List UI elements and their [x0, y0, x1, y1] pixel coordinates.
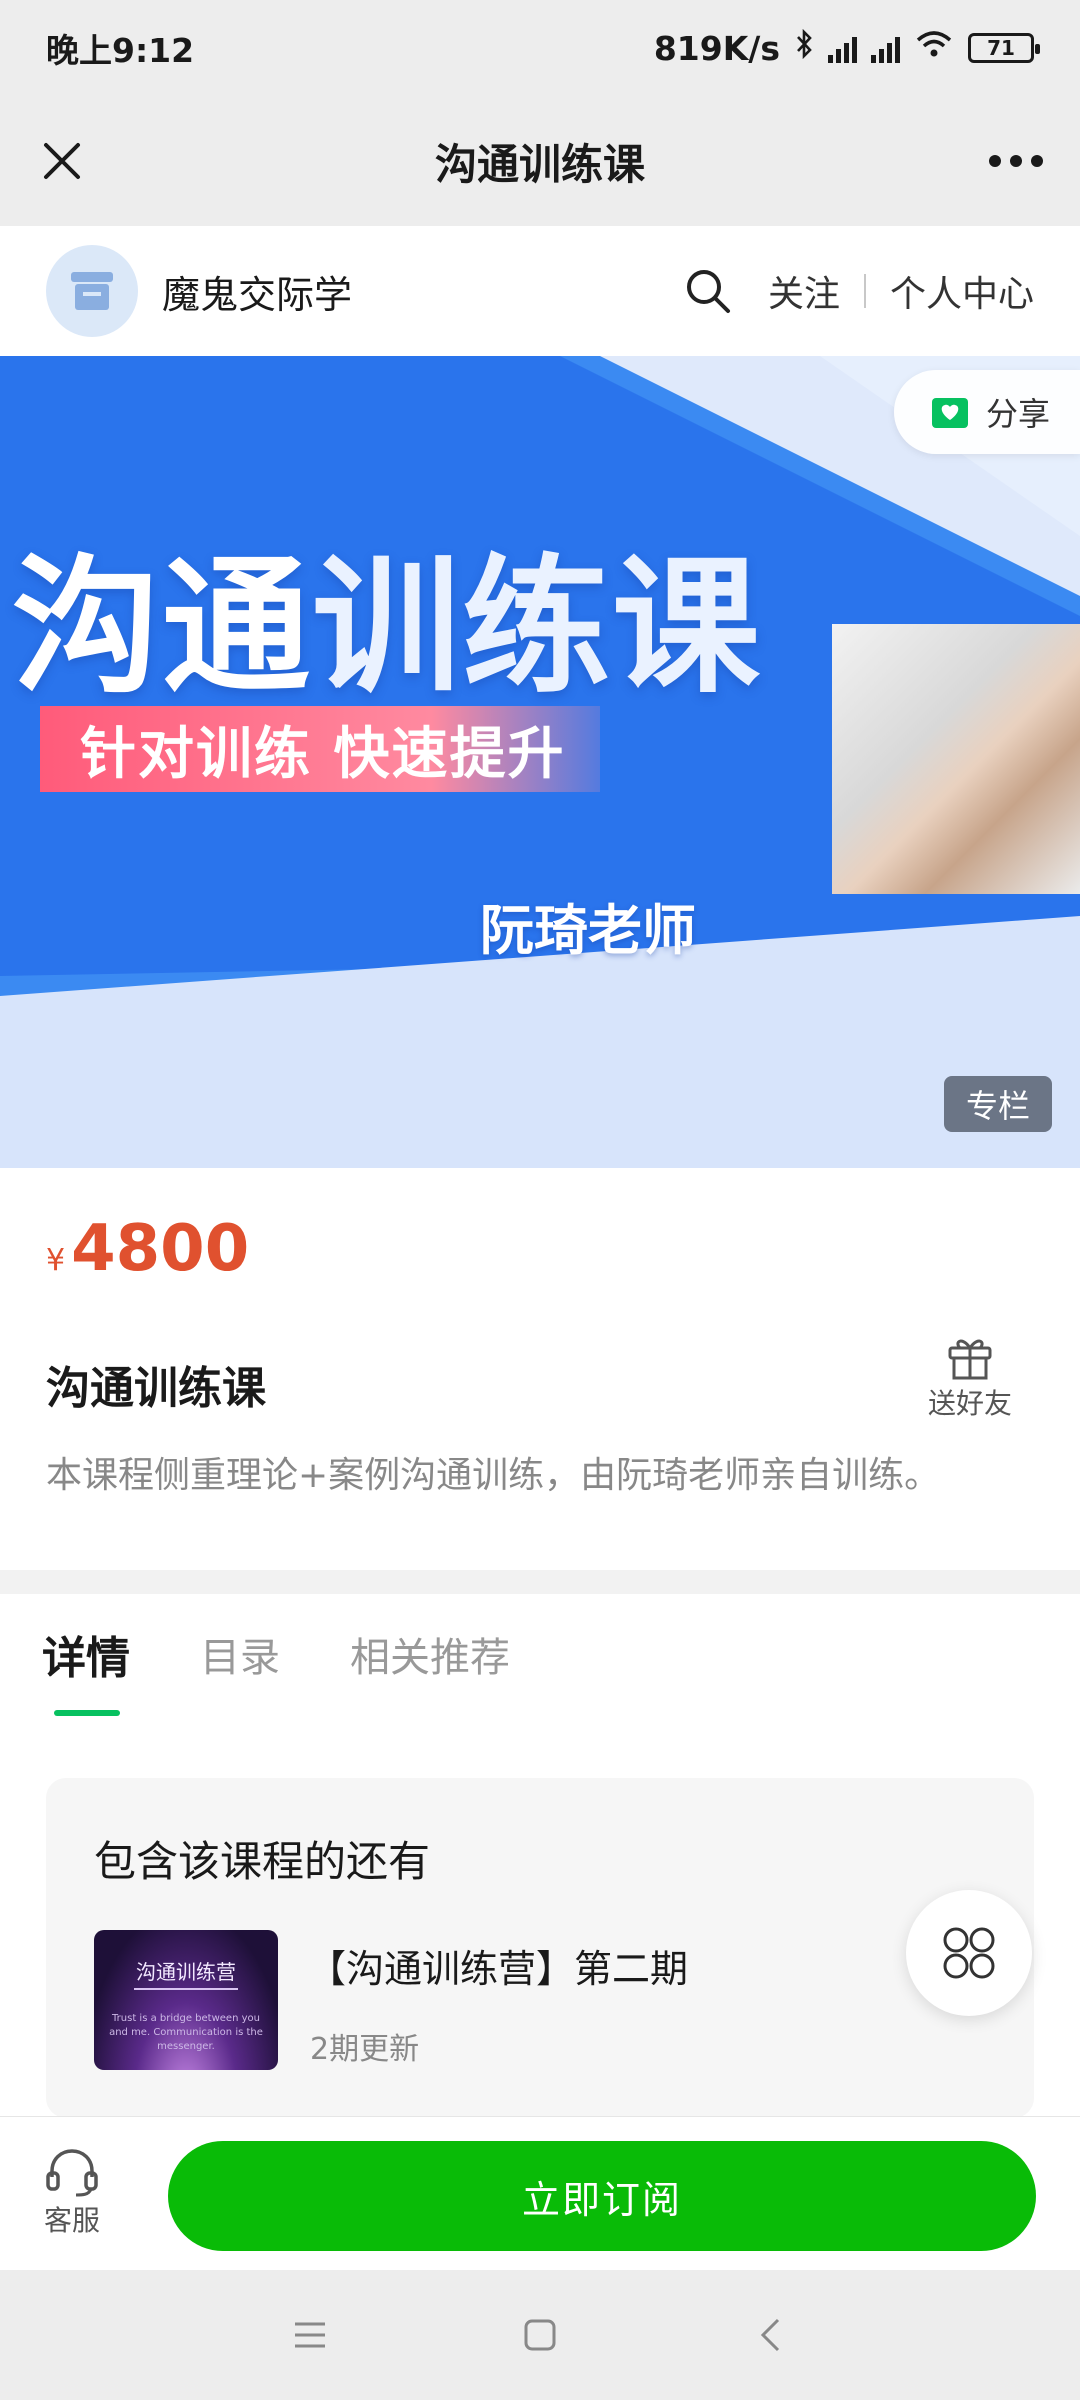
more-icon[interactable]	[980, 129, 1052, 193]
bottom-action-bar: 客服 立即订阅	[0, 2116, 1080, 2270]
tab-catalog[interactable]: 目录	[200, 1625, 280, 1683]
system-nav-bar	[0, 2270, 1080, 2400]
thumb-divider	[134, 1988, 238, 1990]
search-icon[interactable]	[684, 267, 732, 315]
battery-icon: 71	[968, 33, 1040, 63]
signal-hd-icon	[828, 33, 857, 63]
service-label: 客服	[43, 2204, 100, 2237]
net-speed: 819K/s	[653, 28, 780, 68]
menu-nav-icon[interactable]	[285, 2310, 335, 2360]
headset-icon	[46, 2149, 98, 2197]
status-bar: 晚上9:12 819K/s 71	[0, 0, 1080, 96]
close-icon[interactable]	[30, 129, 94, 193]
subscribe-button[interactable]: 立即订阅	[168, 2141, 1036, 2251]
price-currency: ¥	[46, 1243, 66, 1278]
store-icon	[71, 272, 113, 310]
back-nav-icon[interactable]	[745, 2310, 795, 2360]
divider	[863, 274, 866, 308]
banner-subtitle: 针对训练 快速提升	[40, 706, 600, 792]
course-title: 沟通训练课	[46, 1363, 266, 1414]
thumb-title: 沟通训练营	[136, 1960, 236, 1984]
gift-icon	[948, 1339, 992, 1380]
follow-button[interactable]: 关注	[768, 265, 840, 317]
shop-actions: 关注 个人中心	[684, 265, 1034, 317]
gift-friend-button[interactable]: 送好友	[920, 1332, 1020, 1422]
banner-teacher: 阮琦老师	[480, 899, 696, 962]
column-badge: 专栏	[944, 1076, 1052, 1132]
title-bar: 沟通训练课	[0, 96, 1080, 226]
floating-menu-button[interactable]	[906, 1890, 1032, 2016]
home-nav-icon[interactable]	[515, 2310, 565, 2360]
shop-name[interactable]: 魔鬼交际学	[162, 264, 352, 319]
share-icon	[932, 398, 968, 428]
course-description: 本课程侧重理论+案例沟通训练，由阮琦老师亲自训练。	[46, 1455, 941, 1496]
tab-details[interactable]: 详情	[42, 1622, 130, 1686]
price-value: 4800	[71, 1212, 250, 1286]
banner-title: 沟通训练课	[12, 506, 762, 721]
status-icons: 819K/s 71	[653, 28, 1040, 68]
card-heading: 包含该课程的还有	[94, 1837, 431, 1886]
customer-service-button[interactable]: 客服	[30, 2147, 114, 2239]
shop-avatar[interactable]	[46, 245, 138, 337]
banner-title-rest: 训练课	[312, 541, 762, 713]
bluetooth-icon	[794, 28, 814, 68]
included-in-card: 包含该课程的还有 沟通训练营 Trust is a bridge between…	[46, 1778, 1034, 2118]
status-time: 晚上9:12	[46, 31, 195, 70]
share-label: 分享	[986, 395, 1051, 433]
teamwork-hands-image	[832, 624, 1080, 894]
tab-bar: 详情 目录 相关推荐	[0, 1594, 1080, 1714]
page-title: 沟通训练课	[434, 139, 645, 189]
price: ¥ 4800	[46, 1212, 249, 1286]
tab-recommend[interactable]: 相关推荐	[350, 1625, 510, 1683]
profile-center-link[interactable]: 个人中心	[890, 265, 1034, 317]
course-banner[interactable]: 沟通训练课 针对训练 快速提升 阮琦老师 分享 专栏	[0, 356, 1080, 1168]
course-thumbnail[interactable]: 沟通训练营 Trust is a bridge between you and …	[94, 1930, 278, 2070]
section-divider	[0, 1570, 1080, 1594]
shop-header: 魔鬼交际学 关注 个人中心	[0, 226, 1080, 356]
signal-hd-icon	[871, 33, 900, 63]
wifi-icon	[914, 28, 954, 68]
share-button[interactable]: 分享	[894, 370, 1080, 454]
tab-indicator	[54, 1710, 120, 1716]
thumb-caption: Trust is a bridge between you and me. Co…	[109, 2013, 263, 2052]
related-course-title[interactable]: 【沟通训练营】第二期	[308, 1938, 688, 1993]
banner-title-bold: 沟通	[12, 541, 312, 713]
grid-menu-icon	[943, 1927, 995, 1979]
related-course-update: 2期更新	[310, 2032, 420, 2067]
gift-label: 送好友	[927, 1387, 1012, 1420]
